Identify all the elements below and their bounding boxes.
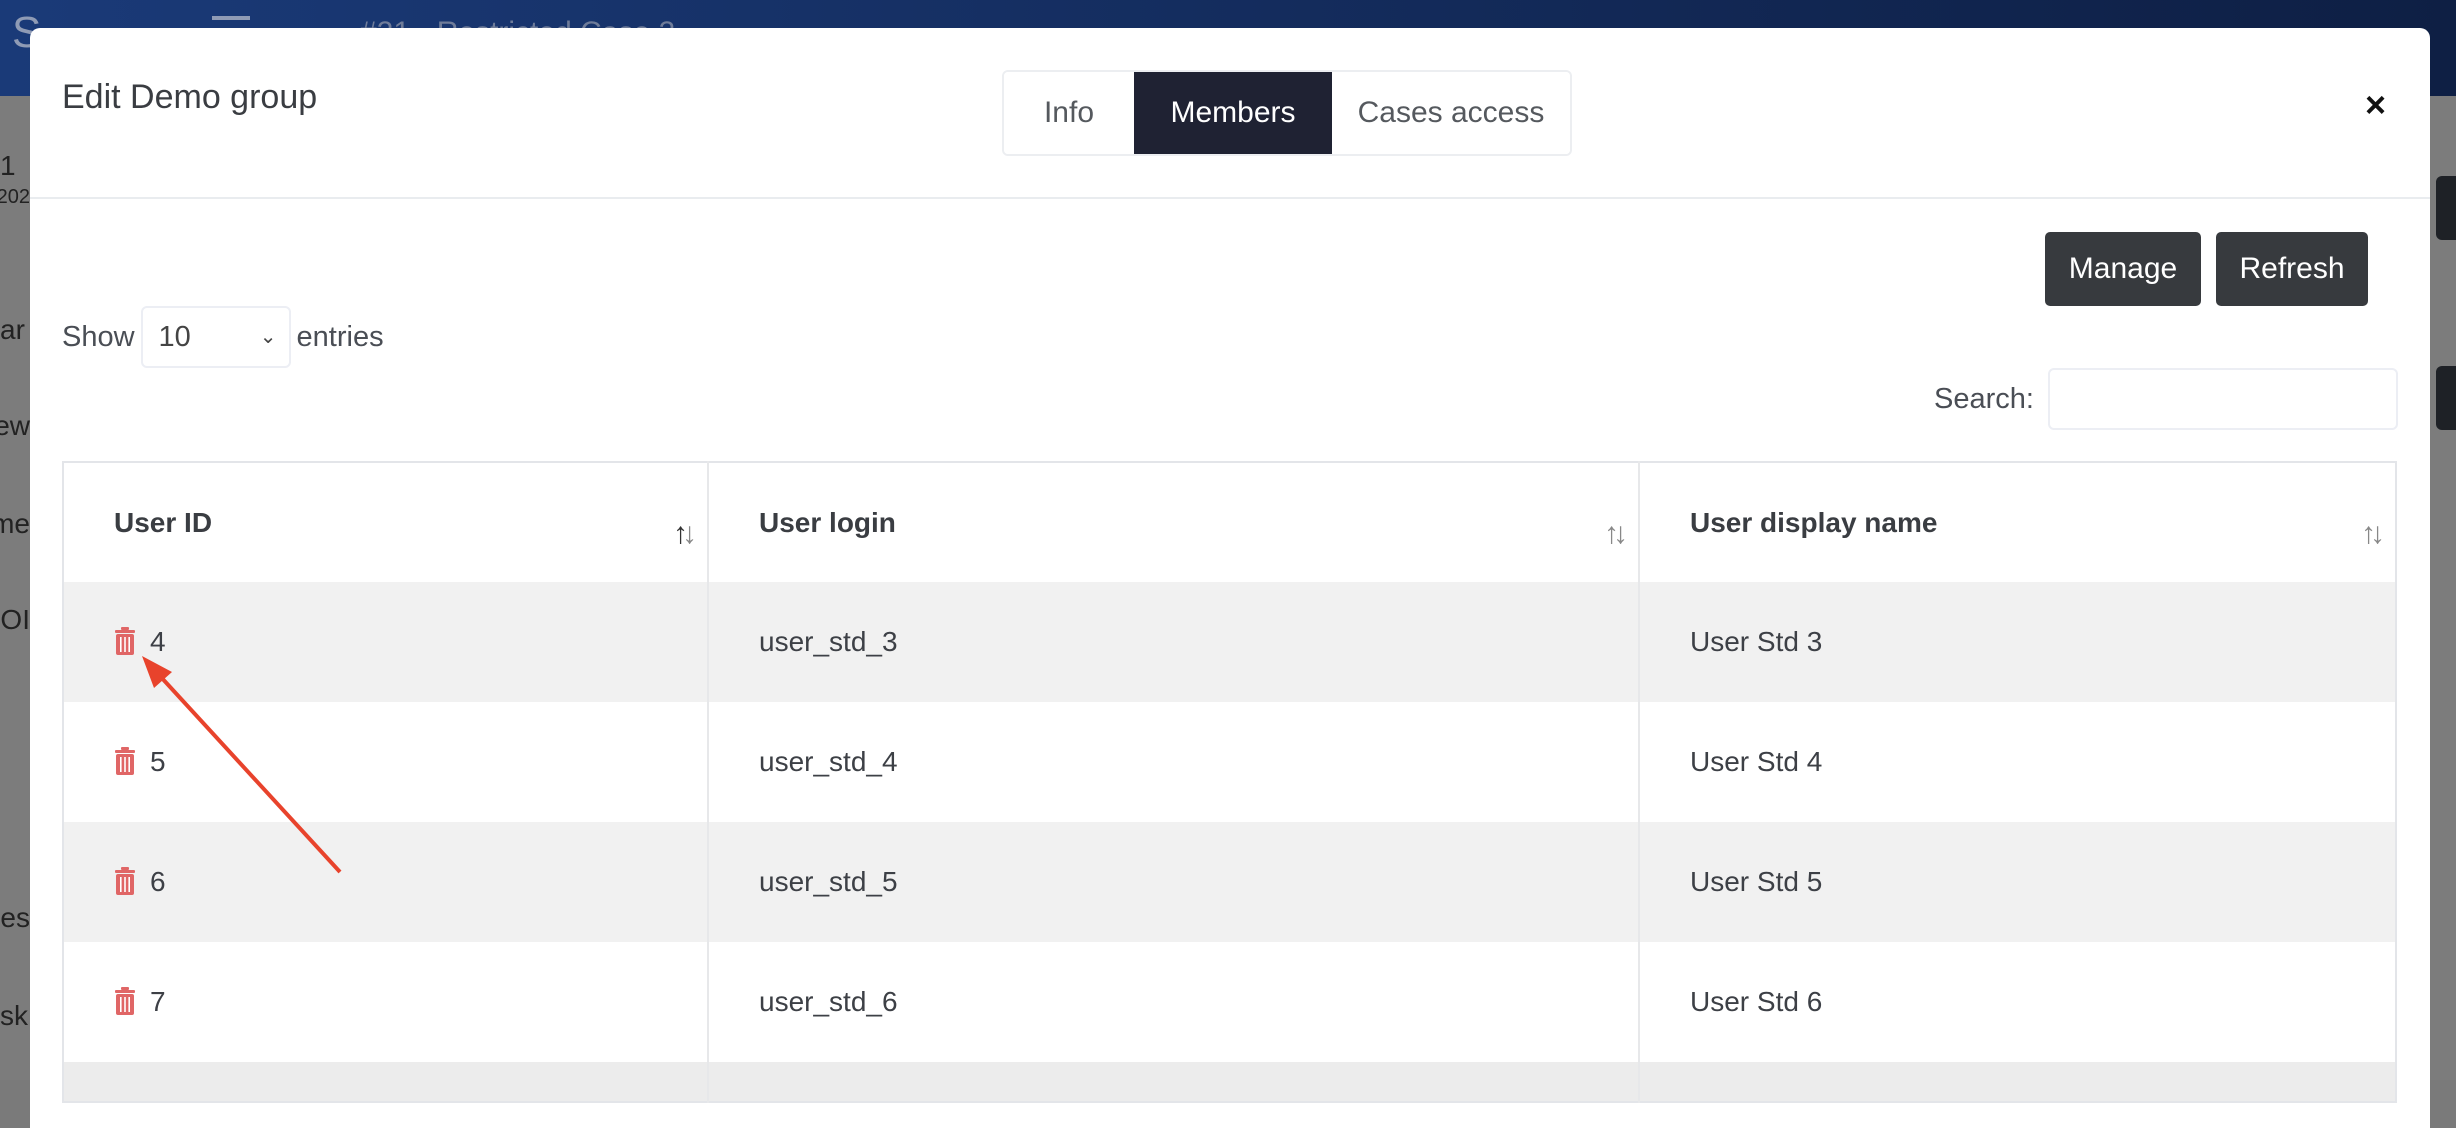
trash-icon[interactable] [114,746,136,775]
sidebar-fragment: ar [0,314,25,345]
modal-title: Edit Demo group [62,78,318,116]
trash-icon[interactable] [114,626,136,655]
sidebar-fragment: ew [0,410,30,441]
manage-button[interactable]: Manage [2045,232,2201,306]
refresh-button[interactable]: Refresh [2216,232,2368,306]
tab-cases-access[interactable]: Cases access [1332,72,1570,154]
cell [63,1062,708,1102]
tab-members[interactable]: Members [1134,72,1332,154]
sort-icon[interactable]: ↑↓ [2361,517,2385,551]
background-button [2436,176,2456,240]
search-input[interactable] [2048,368,2398,430]
table-row: 6 user_std_5 User Std 5 [63,822,2396,942]
modal-tabs: Info Members Cases access [1002,70,1572,156]
chevron-down-icon: ⌄ [259,326,277,348]
search-control: Search: [1934,368,2398,430]
column-header-user-login[interactable]: User login ↑↓ [707,462,1639,582]
entries-label: entries [296,320,384,353]
column-header-label: User ID [114,506,213,538]
column-header-label: User login [759,506,896,538]
sidebar-fragment: IOI [0,604,30,635]
background-right-edge [2430,96,2456,1080]
user-id: 6 [150,866,166,897]
sidebar-fragment: ies [0,902,30,933]
modal-header: Edit Demo group Info Members Cases acces… [30,28,2430,199]
members-table: User ID ↑↓ User login ↑↓ User display na… [62,461,2397,1103]
cell [1638,1062,2396,1102]
table-row-partial [63,1062,2396,1102]
column-header-user-id[interactable]: User ID ↑↓ [63,462,708,582]
cell-user-id: 7 [63,942,708,1062]
entries-select-value: 10 [158,320,191,353]
background-sidebar: 1 202 ar ew me IOI ies sk [0,96,30,1080]
column-header-user-display-name[interactable]: User display name ↑↓ [1638,462,2396,582]
table-header-row: User ID ↑↓ User login ↑↓ User display na… [63,462,2396,582]
sort-icon[interactable]: ↑↓ [673,517,697,551]
cell-user-display-name: User Std 6 [1638,942,2396,1062]
search-label: Search: [1934,382,2034,415]
sidebar-fragment: 202 [0,186,30,208]
sort-icon[interactable]: ↑↓ [1604,517,1628,551]
tab-info[interactable]: Info [1004,72,1134,154]
table-row: 4 user_std_3 User Std 3 [63,582,2396,702]
cell-user-login: user_std_6 [707,942,1639,1062]
cell-user-id: 5 [63,702,708,822]
cell-user-display-name: User Std 4 [1638,702,2396,822]
column-header-label: User display name [1690,506,1938,538]
entries-select[interactable]: 10 ⌄ [140,306,291,368]
cell-user-login: user_std_4 [707,702,1639,822]
cell-user-id: 4 [63,582,708,702]
user-id: 5 [150,746,166,777]
cell-user-display-name: User Std 5 [1638,822,2396,942]
cell [707,1062,1639,1102]
sidebar-fragment: sk [0,1000,28,1031]
show-label: Show [62,320,135,353]
cell-user-login: user_std_5 [707,822,1639,942]
trash-icon[interactable] [114,986,136,1015]
trash-icon[interactable] [114,866,136,895]
user-id: 4 [150,626,166,657]
cell-user-login: user_std_3 [707,582,1639,702]
close-icon[interactable]: × [2365,84,2386,126]
sidebar-fragment: 1 [0,150,16,181]
user-id: 7 [150,986,166,1017]
sidebar-fragment: me [0,508,30,539]
table-row: 5 user_std_4 User Std 4 [63,702,2396,822]
cell-user-display-name: User Std 3 [1638,582,2396,702]
cell-user-id: 6 [63,822,708,942]
menu-icon[interactable] [212,16,250,20]
background-button [2436,366,2456,430]
table-row: 7 user_std_6 User Std 6 [63,942,2396,1062]
edit-group-modal: Edit Demo group Info Members Cases acces… [30,28,2430,1128]
entries-length-control: Show 10 ⌄ entries [62,306,384,368]
